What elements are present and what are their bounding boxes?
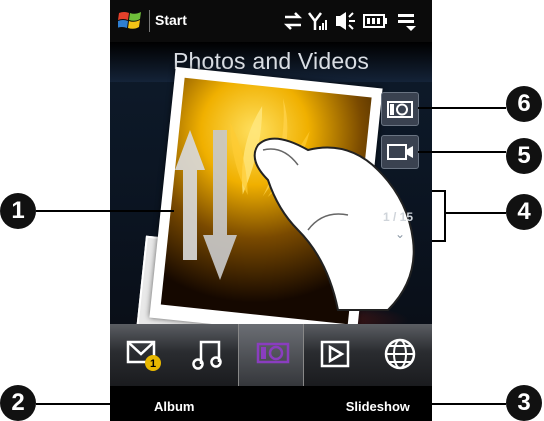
menu-icon[interactable]: [396, 10, 418, 32]
callout-line-3: [408, 403, 506, 405]
tab-photos-videos[interactable]: [238, 324, 304, 386]
mail-icon: 1: [126, 340, 161, 371]
callout-line-6: [418, 107, 506, 109]
scroll-gesture-arrows: [175, 130, 237, 280]
callout-4: 4: [506, 194, 542, 230]
windows-start-icon[interactable]: [118, 10, 142, 32]
tab-play[interactable]: [302, 324, 366, 386]
callout-bracket-4: [432, 190, 446, 242]
tab-mail[interactable]: 1: [110, 324, 174, 386]
internet-icon: [384, 338, 416, 370]
page-title: Photos and Videos: [172, 48, 370, 74]
callout-2: 2: [0, 385, 36, 421]
start-label[interactable]: Start: [155, 12, 187, 28]
svg-text:1: 1: [150, 358, 156, 370]
camera-icon: [387, 101, 413, 118]
callout-line-1: [36, 210, 174, 212]
photo-counter: 1 / 15: [383, 210, 414, 224]
callout-5: 5: [506, 138, 542, 174]
music-icon: [192, 340, 222, 370]
album-softkey[interactable]: Album: [154, 399, 194, 414]
callout-6: 6: [506, 86, 542, 122]
data-connection-icon: [283, 12, 303, 30]
softkey-bar: Album Slideshow: [110, 386, 432, 421]
tab-music[interactable]: [174, 324, 238, 386]
status-bar: Start: [110, 0, 432, 42]
chevron-down-icon[interactable]: ⌄: [395, 227, 405, 241]
volume-icon: [336, 12, 355, 30]
video-camera-button[interactable]: [381, 135, 419, 169]
tab-internet[interactable]: [366, 324, 430, 386]
video-camera-icon: [387, 144, 413, 160]
play-icon: [320, 340, 350, 368]
tab-bar: 1: [110, 324, 432, 386]
signal-strength-icon: [308, 12, 327, 30]
battery-icon: [363, 14, 387, 28]
callout-3: 3: [506, 385, 542, 421]
callout-line-5: [418, 151, 506, 153]
status-separator: [149, 10, 150, 32]
callout-1: 1: [0, 193, 36, 229]
slideshow-softkey[interactable]: Slideshow: [346, 399, 410, 414]
photos-icon: [256, 342, 290, 364]
camera-button[interactable]: [381, 92, 419, 126]
callout-line-4: [446, 212, 506, 214]
callout-line-2: [36, 403, 136, 405]
